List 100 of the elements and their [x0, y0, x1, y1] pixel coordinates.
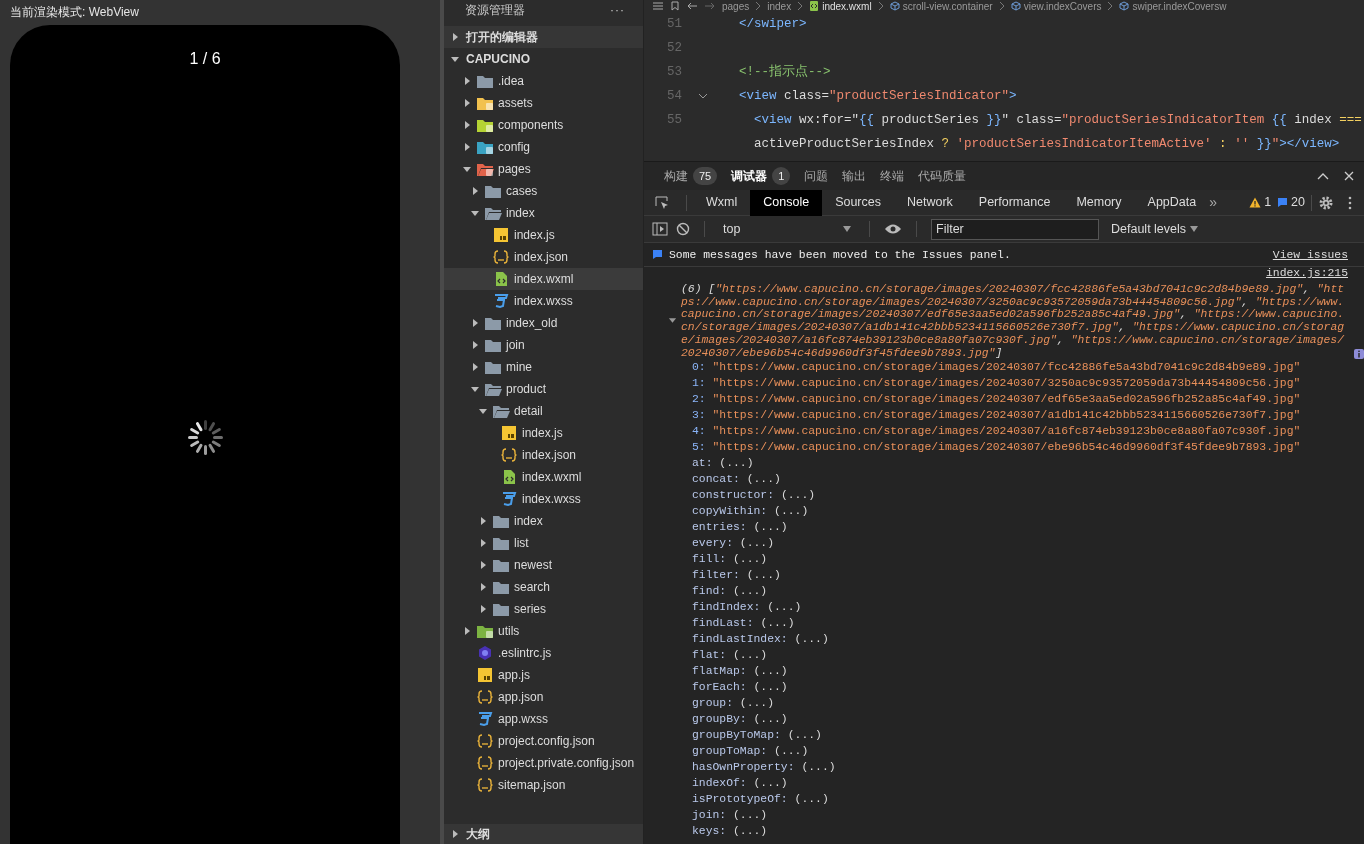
panel-tab[interactable]: 代码质量	[918, 167, 967, 185]
tree-item[interactable]: series	[444, 598, 643, 620]
tree-item[interactable]: newest	[444, 554, 643, 576]
caret-icon[interactable]	[462, 164, 472, 174]
tree-item[interactable]: assets	[444, 92, 643, 114]
property-entry[interactable]: filter: (...)	[644, 567, 1364, 584]
tree-item[interactable]: cases	[444, 180, 643, 202]
caret-icon[interactable]	[450, 829, 460, 839]
tree-item[interactable]: pages	[444, 158, 643, 180]
devtools-tab[interactable]: Memory	[1063, 189, 1135, 216]
tree-item[interactable]: index.json	[444, 444, 643, 466]
bookmark-icon[interactable]	[670, 1, 680, 11]
tree-item[interactable]: project.private.config.json	[444, 752, 643, 774]
breadcrumb-item[interactable]: swiper.indexCoversw	[1132, 0, 1227, 12]
source-link[interactable]: index.js:215	[1265, 265, 1348, 281]
property-entry[interactable]: constructor: (...)	[644, 487, 1364, 504]
tree-item[interactable]: index	[444, 510, 643, 532]
tree-item[interactable]: config	[444, 136, 643, 158]
more-button[interactable]: ···	[610, 1, 625, 19]
tree-item[interactable]: utils	[444, 620, 643, 642]
caret-icon[interactable]	[478, 406, 488, 416]
caret-icon[interactable]	[668, 315, 677, 326]
tree-item[interactable]: index.wxml	[444, 268, 643, 290]
panel-tab[interactable]: 构建 75	[664, 166, 718, 186]
caret-icon[interactable]	[462, 142, 472, 152]
settings-icon[interactable]	[1318, 194, 1334, 211]
levels-dropdown[interactable]: Default levels	[1107, 219, 1203, 239]
caret-icon[interactable]	[462, 76, 472, 86]
property-entry[interactable]: at: (...)	[644, 455, 1364, 472]
inspect-icon[interactable]	[654, 194, 670, 211]
property-entry[interactable]: flatMap: (...)	[644, 663, 1364, 680]
caret-icon[interactable]	[478, 516, 488, 526]
sidebar-icon[interactable]	[652, 222, 668, 236]
caret-icon[interactable]	[478, 604, 488, 614]
caret-icon[interactable]	[462, 120, 472, 130]
info-icon[interactable]	[1354, 349, 1364, 360]
tree-item[interactable]: index.wxss	[444, 290, 643, 312]
tree-item[interactable]: index.js	[444, 224, 643, 246]
clear-icon[interactable]	[676, 222, 690, 236]
caret-icon[interactable]	[462, 626, 472, 636]
tree-item[interactable]: app.json	[444, 686, 643, 708]
tree-item[interactable]: join	[444, 334, 643, 356]
tree-item[interactable]: project.config.json	[444, 730, 643, 752]
caret-icon[interactable]	[478, 560, 488, 570]
property-entry[interactable]: entries: (...)	[644, 519, 1364, 536]
panel-tab[interactable]: 终端	[880, 167, 905, 185]
caret-icon[interactable]	[462, 98, 472, 108]
caret-icon[interactable]	[470, 208, 480, 218]
property-entry[interactable]: find: (...)	[644, 583, 1364, 600]
close-icon[interactable]	[1344, 171, 1354, 181]
forward-arrow-icon[interactable]	[704, 1, 716, 11]
tree-item[interactable]: index.wxss	[444, 488, 643, 510]
tree-item[interactable]: .eslintrc.js	[444, 642, 643, 664]
devtools-tab[interactable]: AppData	[1134, 189, 1210, 216]
filter-field[interactable]: Filter	[931, 218, 1099, 240]
more-tabs-button[interactable]: »	[1209, 192, 1217, 213]
property-entry[interactable]: keys: (...)	[644, 823, 1364, 840]
panel-tab[interactable]: 调试器 1	[731, 166, 791, 186]
message-icon[interactable]	[1277, 197, 1289, 208]
breadcrumb-item[interactable]: scroll-view.container	[902, 0, 993, 12]
property-entry[interactable]: flat: (...)	[644, 647, 1364, 664]
section-header[interactable]: 大纲	[444, 824, 643, 844]
tree-item[interactable]: index_old	[444, 312, 643, 334]
tree-item[interactable]: detail	[444, 400, 643, 422]
tree-item[interactable]: search	[444, 576, 643, 598]
tree-item[interactable]: product	[444, 378, 643, 400]
property-entry[interactable]: groupToMap: (...)	[644, 743, 1364, 760]
caret-icon[interactable]	[470, 362, 480, 372]
property-entry[interactable]: fill: (...)	[644, 551, 1364, 568]
panel-tab[interactable]: 问题	[804, 167, 829, 185]
devtools-tab[interactable]: Performance	[965, 189, 1064, 216]
property-entry[interactable]: concat: (...)	[644, 471, 1364, 488]
context-select[interactable]: top	[719, 219, 855, 239]
property-entry[interactable]: indexOf: (...)	[644, 775, 1364, 792]
tree-item[interactable]: mine	[444, 356, 643, 378]
tree-item[interactable]: index.js	[444, 422, 643, 444]
breadcrumb-item[interactable]: index.wxml	[822, 0, 872, 12]
property-entry[interactable]: every: (...)	[644, 535, 1364, 552]
devtools-tab[interactable]: Wxml	[693, 189, 751, 216]
panel-tab[interactable]: 输出	[842, 167, 867, 185]
eye-icon[interactable]	[884, 223, 902, 235]
property-entry[interactable]: forEach: (...)	[644, 679, 1364, 696]
tree-item[interactable]: app.js	[444, 664, 643, 686]
tree-item[interactable]: app.wxss	[444, 708, 643, 730]
view-issues-link[interactable]: View issues	[1272, 246, 1348, 263]
chevron-up-icon[interactable]	[1316, 171, 1330, 181]
tree-item[interactable]: index.json	[444, 246, 643, 268]
warning-icon[interactable]	[1249, 197, 1262, 208]
back-arrow-icon[interactable]	[686, 1, 698, 11]
property-entry[interactable]: findIndex: (...)	[644, 599, 1364, 616]
property-entry[interactable]: join: (...)	[644, 807, 1364, 824]
kebab-menu-icon[interactable]	[1348, 195, 1352, 210]
list-icon[interactable]	[652, 1, 664, 11]
property-entry[interactable]: hasOwnProperty: (...)	[644, 759, 1364, 776]
property-entry[interactable]: copyWithin: (...)	[644, 503, 1364, 520]
caret-icon[interactable]	[450, 54, 460, 64]
caret-icon[interactable]	[470, 186, 480, 196]
breadcrumb-item[interactable]: pages	[722, 0, 750, 12]
property-entry[interactable]: groupByToMap: (...)	[644, 727, 1364, 744]
property-entry[interactable]: groupBy: (...)	[644, 711, 1364, 728]
